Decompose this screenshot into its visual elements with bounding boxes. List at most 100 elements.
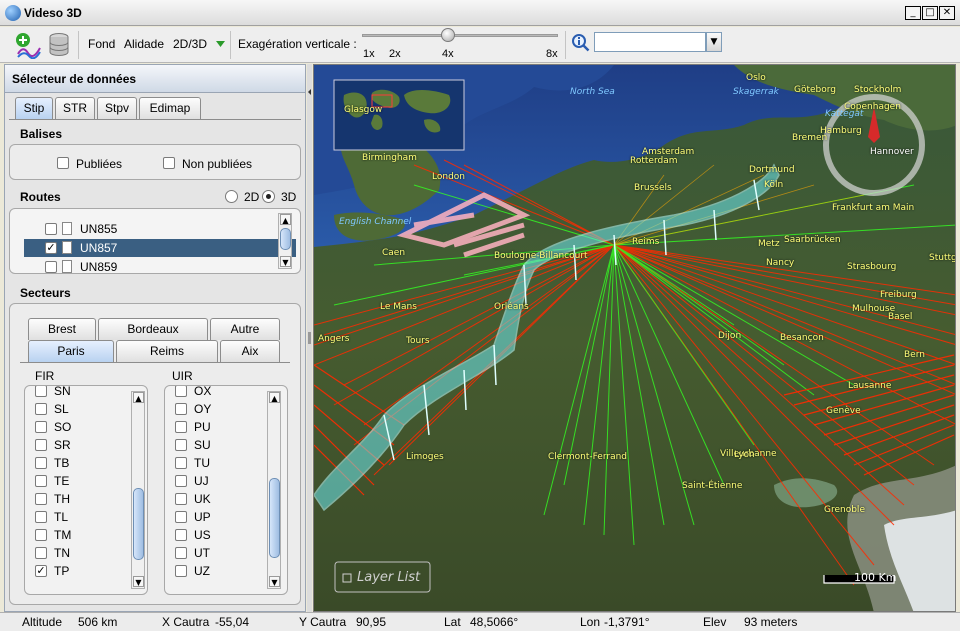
close-button[interactable]: ✕ <box>939 6 955 20</box>
scroll-thumb[interactable] <box>269 478 280 558</box>
tab-autre[interactable]: Autre <box>210 318 280 340</box>
scroll-up-icon[interactable]: ▲ <box>269 392 280 403</box>
route-label: UN859 <box>80 260 118 274</box>
fir-scrollbar[interactable]: ▲ ▼ <box>131 391 145 589</box>
sector-checkbox[interactable] <box>175 386 187 397</box>
city-label: Rotterdam <box>630 156 678 166</box>
tab-edimap[interactable]: Edimap <box>139 97 201 119</box>
scroll-down-icon[interactable]: ▼ <box>280 256 291 267</box>
uir-list: OX OY PU SU TU UJ UK UP US UT UZ ▲ ▼ <box>164 385 288 595</box>
city-label: Brussels <box>634 183 672 193</box>
search-dropdown-button[interactable]: ▼ <box>706 32 722 52</box>
sector-checkbox[interactable] <box>35 511 47 523</box>
tab-aix[interactable]: Aix <box>220 340 280 362</box>
route-checkbox[interactable] <box>45 261 57 273</box>
panel-splitter[interactable] <box>307 64 312 612</box>
sector-checkbox[interactable] <box>175 475 187 487</box>
alidade-menu[interactable]: Alidade <box>124 37 164 51</box>
exaggeration-slider-knob[interactable] <box>441 28 455 42</box>
water-label: Skagerrak <box>733 87 779 97</box>
city-label: Oslo <box>746 73 766 83</box>
database-icon[interactable] <box>48 32 70 58</box>
tick-2x: 2x <box>389 48 401 60</box>
radio-3d[interactable] <box>262 190 275 203</box>
layer-list-button[interactable]: Layer List <box>357 570 420 585</box>
balises-group: Publiées Non publiées <box>9 144 301 180</box>
sector-checkbox[interactable]: ✓ <box>35 565 47 577</box>
sector-checkbox[interactable] <box>35 457 47 469</box>
sector-checkbox[interactable] <box>35 529 47 541</box>
sector-checkbox[interactable] <box>35 386 47 397</box>
scroll-up-icon[interactable]: ▲ <box>280 214 291 225</box>
routes-scrollbar[interactable]: ▲ ▼ <box>278 213 292 269</box>
scroll-thumb[interactable] <box>280 228 291 250</box>
sector-checkbox[interactable] <box>175 493 187 505</box>
sector-checkbox[interactable] <box>35 493 47 505</box>
sector-checkbox[interactable] <box>175 439 187 451</box>
tab-str[interactable]: STR <box>55 97 95 119</box>
tab-bordeaux[interactable]: Bordeaux <box>98 318 208 340</box>
route-row[interactable]: UN855 <box>24 220 296 238</box>
route-checkbox-checked[interactable]: ✓ <box>45 242 57 254</box>
tab-paris[interactable]: Paris <box>28 340 114 362</box>
sector-label: SN <box>54 385 71 398</box>
tab-stpv[interactable]: Stpv <box>97 97 137 119</box>
maximize-button[interactable]: □ <box>922 6 938 20</box>
city-label: Genève <box>826 406 861 416</box>
exaggeration-slider[interactable] <box>362 34 558 37</box>
map-3d-view[interactable]: Oslo Göteborg Stockholm Copenhagen Glasgow Ha… <box>313 64 956 612</box>
fond-menu[interactable]: Fond <box>88 37 115 51</box>
sector-checkbox[interactable] <box>175 457 187 469</box>
radio-2d[interactable] <box>225 190 238 203</box>
sector-label: TP <box>54 564 70 578</box>
city-label: Lyon <box>734 450 755 460</box>
water-label: English Channel <box>339 217 412 227</box>
sector-checkbox[interactable] <box>175 421 187 433</box>
sector-checkbox[interactable] <box>175 511 187 523</box>
city-label: Tours <box>406 336 430 346</box>
view-mode-dropdown-icon[interactable] <box>216 41 225 48</box>
scroll-up-icon[interactable]: ▲ <box>133 392 144 403</box>
sector-checkbox[interactable] <box>35 547 47 559</box>
tab-reims[interactable]: Reims <box>116 340 218 362</box>
sector-checkbox[interactable] <box>35 439 47 451</box>
uir-scrollbar[interactable]: ▲ ▼ <box>267 391 281 589</box>
non-publiees-checkbox[interactable] <box>163 157 175 169</box>
city-label: Bremen <box>792 133 828 143</box>
route-row[interactable]: UN859 <box>24 258 296 274</box>
sector-checkbox[interactable] <box>35 403 47 415</box>
sector-checkbox[interactable] <box>175 547 187 559</box>
scroll-down-icon[interactable]: ▼ <box>269 576 280 587</box>
routes-title: Routes <box>20 190 61 204</box>
water-label: Kattegat <box>825 109 864 119</box>
route-checkbox[interactable] <box>45 223 57 235</box>
sector-checkbox[interactable] <box>175 529 187 541</box>
scroll-down-icon[interactable]: ▼ <box>133 576 144 587</box>
sector-checkbox[interactable] <box>175 403 187 415</box>
sector-label: UZ <box>194 564 210 578</box>
toolbar: Fond Alidade 2D/3D Exagération verticale… <box>0 27 960 63</box>
city-label: Angers <box>318 334 350 344</box>
add-layer-icon[interactable] <box>14 31 42 59</box>
compass-city-label: Hannover <box>870 147 914 157</box>
sector-checkbox[interactable] <box>35 421 47 433</box>
scroll-thumb[interactable] <box>133 488 144 560</box>
fir-title: FIR <box>35 369 55 383</box>
minimize-button[interactable]: _ <box>905 6 921 20</box>
search-input[interactable] <box>594 32 706 52</box>
tab-brest[interactable]: Brest <box>28 318 96 340</box>
city-label: Le Mans <box>380 302 417 312</box>
view-mode-menu[interactable]: 2D/3D <box>173 37 207 51</box>
city-label: Saarbrücken <box>784 235 841 245</box>
publiees-checkbox[interactable] <box>57 157 69 169</box>
sector-checkbox[interactable] <box>175 565 187 577</box>
uir-title: UIR <box>172 369 193 383</box>
sector-checkbox[interactable] <box>35 475 47 487</box>
search-info-icon[interactable] <box>571 33 591 53</box>
city-label: Metz <box>758 239 780 249</box>
route-row-selected[interactable]: ✓ UN857 <box>24 239 296 257</box>
sector-label: TB <box>54 456 70 470</box>
sector-label: UJ <box>194 474 209 488</box>
tab-stip[interactable]: Stip <box>15 97 53 119</box>
city-label: Boulogne-Billancourt <box>494 251 588 261</box>
